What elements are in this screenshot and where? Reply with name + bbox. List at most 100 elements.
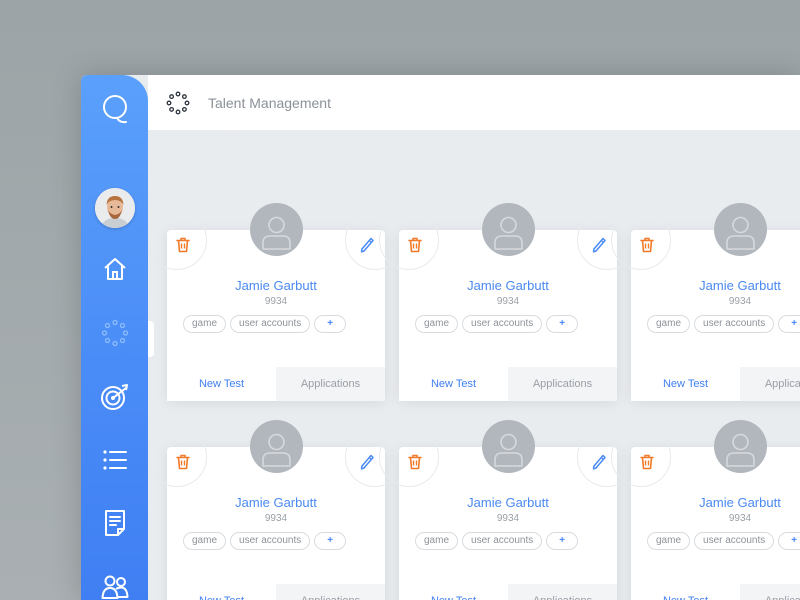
tab-new-test[interactable]: New Test: [631, 367, 740, 401]
add-tag-button[interactable]: +: [546, 315, 579, 333]
tab-applications[interactable]: Applications: [508, 367, 617, 401]
add-tag-button[interactable]: +: [546, 532, 579, 550]
tab-new-test[interactable]: New Test: [167, 367, 276, 401]
candidate-id: 9934: [264, 513, 288, 524]
tab-new-test[interactable]: New Test: [167, 584, 276, 600]
tag-list: game user accounts +: [183, 315, 347, 333]
trash-icon: [640, 454, 654, 470]
card-footer: New Test Applications: [399, 367, 617, 401]
pencil-icon: [360, 454, 374, 470]
dots-circle-icon: [166, 91, 190, 114]
add-tag-button[interactable]: +: [314, 315, 347, 333]
search-icon: [102, 95, 127, 124]
user-placeholder-icon: [494, 216, 523, 250]
tab-new-test[interactable]: New Test: [631, 584, 740, 600]
tab-applications[interactable]: Applications: [276, 367, 385, 401]
list-icon: [102, 450, 127, 470]
candidate-card: Jamie Garbutt 9934 game user accounts + …: [611, 203, 800, 401]
candidate-name[interactable]: Jamie Garbutt: [631, 278, 800, 293]
delete-button[interactable]: [638, 236, 656, 254]
tag[interactable]: user accounts: [694, 315, 775, 333]
candidate-name[interactable]: Jamie Garbutt: [399, 278, 617, 293]
delete-button[interactable]: [174, 453, 192, 471]
candidate-id: 9934: [496, 296, 520, 307]
trash-icon: [176, 237, 190, 253]
tag[interactable]: game: [183, 532, 227, 550]
tag[interactable]: user accounts: [694, 532, 775, 550]
card-footer: New Test Applications: [167, 584, 385, 600]
candidate-card: Jamie Garbutt 9934 game user accounts + …: [379, 420, 637, 600]
edit-button[interactable]: [590, 236, 608, 254]
trash-icon: [408, 237, 422, 253]
tab-applications[interactable]: Applications: [508, 584, 617, 600]
sidebar-item-home[interactable]: [81, 249, 148, 289]
trash-icon: [640, 237, 654, 253]
add-tag-button[interactable]: +: [314, 532, 347, 550]
tag[interactable]: user accounts: [230, 532, 311, 550]
tag[interactable]: user accounts: [230, 315, 311, 333]
candidate-id: 9934: [728, 296, 752, 307]
delete-button[interactable]: [406, 236, 424, 254]
pencil-icon: [592, 454, 606, 470]
card-footer: New Test Applications: [167, 367, 385, 401]
user-placeholder-icon: [726, 216, 755, 250]
tab-applications[interactable]: Applications: [276, 584, 385, 600]
card-footer: New Test Applications: [631, 367, 800, 401]
users-icon: [101, 575, 128, 599]
edit-button[interactable]: [358, 236, 376, 254]
delete-button[interactable]: [406, 453, 424, 471]
page-title: Talent Management: [208, 94, 331, 111]
tag-list: game user accounts +: [415, 532, 579, 550]
add-tag-button[interactable]: +: [778, 315, 800, 333]
candidate-name[interactable]: Jamie Garbutt: [399, 495, 617, 510]
trash-icon: [176, 454, 190, 470]
candidate-avatar: [714, 203, 767, 256]
candidate-card: Jamie Garbutt 9934 game user accounts + …: [147, 420, 405, 600]
tag[interactable]: game: [183, 315, 227, 333]
home-icon: [103, 258, 126, 280]
edit-button[interactable]: [358, 453, 376, 471]
tab-applications[interactable]: Applications: [740, 584, 800, 600]
tag[interactable]: game: [647, 532, 691, 550]
candidate-avatar: [250, 420, 303, 473]
sidebar: [81, 75, 148, 600]
dots-circle-icon: [101, 319, 128, 347]
pencil-icon: [360, 237, 374, 253]
candidate-name[interactable]: Jamie Garbutt: [167, 495, 385, 510]
candidate-avatar: [250, 203, 303, 256]
app-window: Talent Management Jamie Garbutt 9934 gam…: [81, 75, 800, 600]
avatar[interactable]: [95, 188, 135, 228]
candidate-name[interactable]: Jamie Garbutt: [167, 278, 385, 293]
tab-applications[interactable]: Applications: [740, 367, 800, 401]
user-placeholder-icon: [494, 433, 523, 467]
candidate-card: Jamie Garbutt 9934 game user accounts + …: [147, 203, 405, 401]
tag[interactable]: game: [647, 315, 691, 333]
edit-button[interactable]: [590, 453, 608, 471]
sidebar-item-team[interactable]: [81, 567, 148, 600]
sidebar-item-targets[interactable]: [81, 377, 148, 417]
user-placeholder-icon: [726, 433, 755, 467]
delete-button[interactable]: [174, 236, 192, 254]
candidate-avatar: [482, 420, 535, 473]
active-nav-indicator: [148, 321, 154, 357]
add-tag-button[interactable]: +: [778, 532, 800, 550]
tag-list: game user accounts +: [415, 315, 579, 333]
sidebar-item-talent[interactable]: [81, 313, 148, 353]
tag[interactable]: game: [415, 315, 459, 333]
candidate-card: Jamie Garbutt 9934 game user accounts + …: [379, 203, 637, 401]
delete-button[interactable]: [638, 453, 656, 471]
sidebar-item-search[interactable]: [81, 89, 148, 129]
tab-new-test[interactable]: New Test: [399, 367, 508, 401]
tab-new-test[interactable]: New Test: [399, 584, 508, 600]
tag[interactable]: game: [415, 532, 459, 550]
card-grid: Jamie Garbutt 9934 game user accounts + …: [147, 130, 800, 600]
user-placeholder-icon: [262, 216, 291, 250]
sidebar-item-documents[interactable]: [81, 503, 148, 543]
candidate-name[interactable]: Jamie Garbutt: [631, 495, 800, 510]
pencil-icon: [592, 237, 606, 253]
tag[interactable]: user accounts: [462, 315, 543, 333]
sidebar-item-list[interactable]: [81, 440, 148, 480]
trash-icon: [408, 454, 422, 470]
tag[interactable]: user accounts: [462, 532, 543, 550]
user-placeholder-icon: [262, 433, 291, 467]
